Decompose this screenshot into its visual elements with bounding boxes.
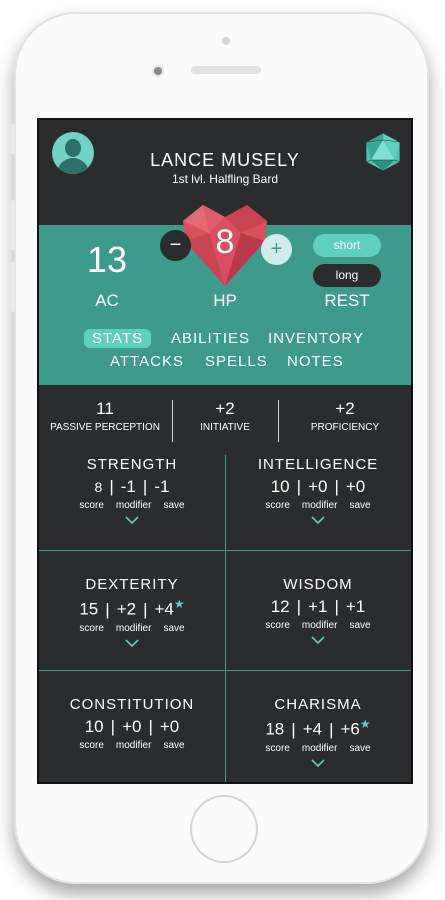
volume-up-button (10, 200, 15, 250)
ability-name: INTELLIGENCE (257, 456, 379, 473)
modifier-label: modifier (301, 742, 338, 754)
tab-stats[interactable]: STATS (84, 329, 152, 348)
tab-attacks[interactable]: ATTACKS (110, 353, 184, 370)
modifier-label: modifier (115, 500, 152, 511)
ability-constitution[interactable]: CONSTITUTION 10 | +0 | +0 score modifier save (39, 696, 225, 751)
proximity-sensor (154, 67, 162, 75)
ability-save: +4 (154, 599, 174, 619)
stat-label: PASSIVE PERCEPTION (50, 422, 160, 433)
hp-increase-button[interactable]: + (261, 234, 292, 265)
score-label: score (265, 742, 290, 754)
stat-label: PROFICIENCY (310, 422, 380, 433)
ability-save: -1 (154, 477, 170, 496)
ability-score: 18 (265, 719, 285, 739)
ability-score: 12 (270, 597, 290, 616)
ability-name: DEXTERITY (85, 576, 179, 593)
hp-decrease-button[interactable]: − (160, 230, 191, 261)
ability-modifier: +1 (308, 597, 328, 616)
initiative-stat: +2 INITIATIVE (163, 399, 287, 433)
score-label: score (79, 740, 104, 751)
score-label: score (79, 500, 104, 511)
ability-name: WISDOM (283, 576, 353, 593)
tab-abilities[interactable]: ABILITIES (171, 330, 250, 347)
stat-label: INITIATIVE (200, 422, 250, 433)
character-class: 1st lvl. Halfling Bard (171, 172, 279, 186)
ability-modifier: +2 (116, 599, 137, 619)
earpiece-speaker (191, 66, 261, 74)
chevron-down-icon[interactable] (310, 635, 326, 645)
modifier-label: modifier (301, 500, 338, 511)
modifier-label: modifier (115, 740, 152, 751)
score-label: score (265, 500, 290, 511)
home-button[interactable] (192, 797, 256, 861)
score-label: score (265, 620, 290, 631)
save-label: save (163, 740, 185, 751)
ability-score: 10 (270, 477, 290, 496)
stat-value: +2 (335, 399, 355, 418)
chevron-down-icon[interactable] (124, 638, 140, 648)
chevron-down-icon[interactable] (124, 515, 140, 525)
proficiency-stat: +2 PROFICIENCY (283, 399, 407, 433)
volume-down-button (10, 262, 15, 312)
star-icon: ★ (173, 597, 185, 611)
grid-divider (39, 550, 411, 551)
ability-save: +1 (345, 597, 366, 616)
short-rest-button[interactable]: short (313, 234, 381, 257)
chevron-down-icon[interactable] (310, 515, 326, 525)
passive-perception-stat: 11 PASSIVE PERCEPTION (43, 399, 167, 433)
save-label: save (163, 622, 185, 634)
ability-charisma[interactable]: CHARISMA 18 | +4 | +6★ score modifier save (225, 696, 411, 768)
ability-name: CHARISMA (274, 696, 362, 713)
stat-value: 11 (96, 399, 114, 418)
ability-modifier: +0 (308, 477, 328, 496)
character-name: LANCE MUSELY (150, 150, 300, 170)
divider (278, 400, 279, 442)
ability-dexterity[interactable]: DEXTERITY 15 | +2 | +4★ score modifier save (39, 576, 225, 648)
ability-save: +0 (159, 717, 180, 736)
ability-score: 8 (94, 479, 103, 495)
ability-wisdom[interactable]: WISDOM 12 | +1 | +1 score modifier save (225, 576, 411, 645)
save-label: save (163, 500, 185, 511)
modifier-label: modifier (301, 620, 338, 631)
star-icon: ★ (359, 717, 371, 731)
tab-inventory[interactable]: INVENTORY (268, 330, 364, 347)
front-camera (222, 37, 230, 45)
save-label: save (349, 500, 371, 511)
hp-value: 8 (215, 223, 235, 261)
d20-icon[interactable] (363, 132, 403, 172)
grid-divider (39, 670, 411, 671)
rest-label: REST (324, 291, 370, 310)
modifier-label: modifier (115, 622, 152, 634)
summary-stats: 11 PASSIVE PERCEPTION +2 INITIATIVE +2 P… (39, 387, 411, 455)
mute-switch (10, 124, 15, 154)
ability-name: STRENGTH (86, 456, 178, 473)
save-label: save (349, 620, 371, 631)
ability-strength[interactable]: STRENGTH 8 | -1 | -1 score modifier save (39, 456, 225, 525)
ability-modifier: +4 (302, 719, 323, 739)
ability-score: 15 (79, 599, 99, 619)
chevron-down-icon[interactable] (310, 758, 326, 768)
ability-save: +6 (340, 719, 360, 739)
ability-intelligence[interactable]: INTELLIGENCE 10 | +0 | +0 score modifier save (225, 456, 411, 525)
ability-name: CONSTITUTION (69, 696, 195, 713)
tab-notes[interactable]: NOTES (287, 353, 344, 370)
long-rest-button[interactable]: long (313, 264, 381, 287)
ac-label: AC (95, 291, 119, 310)
ability-save: +0 (345, 477, 366, 496)
tab-spells[interactable]: SPELLS (205, 353, 268, 370)
hp-label: HP (213, 291, 237, 310)
stat-value: +2 (215, 399, 235, 418)
ability-score: 10 (84, 717, 104, 736)
ability-modifier: -1 (120, 477, 136, 496)
ability-modifier: +0 (122, 717, 142, 736)
app-screen: LANCE MUSELY 1st lvl. Halfling Bard 13 A… (37, 118, 413, 784)
score-label: score (79, 622, 104, 634)
ac-value: 13 (86, 239, 128, 280)
save-label: save (349, 742, 371, 754)
